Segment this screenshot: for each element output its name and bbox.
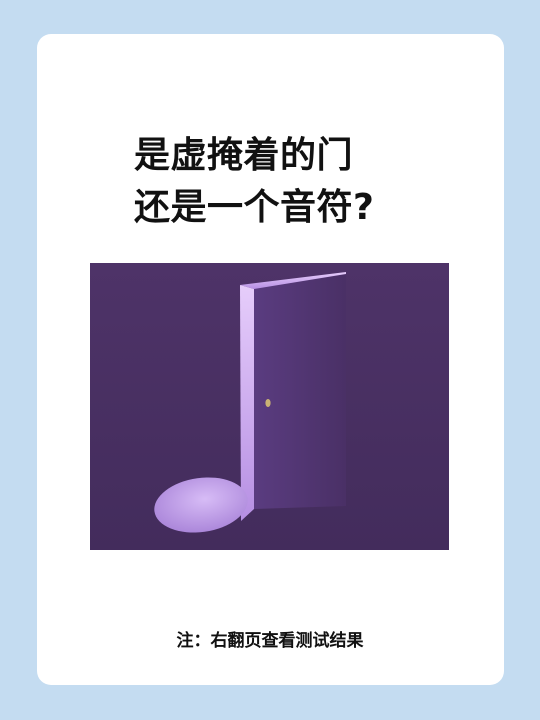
page-title: 是虚掩着的门 还是一个音符? [134, 130, 374, 234]
music-note-door-icon [90, 263, 449, 550]
note-stem-light [240, 285, 254, 521]
footer-note: 注：右翻页查看测试结果 [176, 631, 364, 651]
title-line-1: 是虚掩着的门 [134, 135, 354, 176]
door-knob [265, 399, 271, 407]
title-line-2: 还是一个音符? [134, 187, 375, 228]
door-panel [254, 272, 346, 509]
